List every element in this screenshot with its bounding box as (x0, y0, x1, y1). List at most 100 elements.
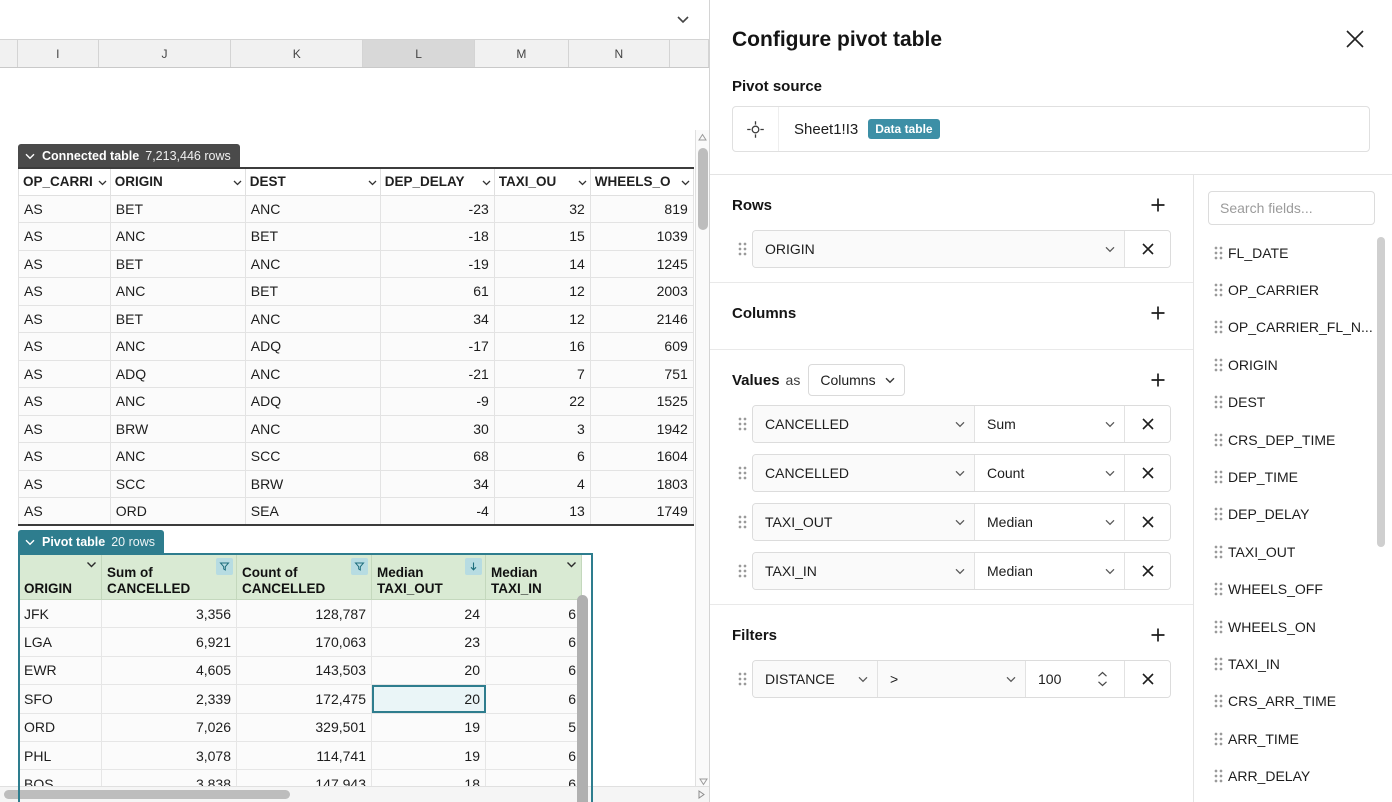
table-cell[interactable]: -19 (380, 250, 494, 278)
selected-cell[interactable]: 20 (372, 685, 486, 713)
field-list-item[interactable]: DEP_DELAY (1208, 496, 1391, 533)
table-cell[interactable]: ADQ (110, 360, 245, 388)
table-cell[interactable]: 1525 (590, 388, 693, 416)
values-item-0-field-select[interactable]: CANCELLED (753, 406, 974, 442)
table-cell[interactable]: 7,026 (102, 713, 237, 741)
table-row[interactable]: ASANCADQ-1716609 (19, 333, 694, 361)
table-cell[interactable]: 3,356 (102, 600, 237, 628)
drag-handle-icon[interactable] (1208, 694, 1228, 708)
table-cell[interactable]: BRW (110, 415, 245, 443)
remove-values-item-3-button[interactable] (1124, 552, 1170, 590)
values-item-2-agg-select[interactable]: Median (974, 504, 1124, 540)
column-header-I[interactable]: I (18, 40, 99, 67)
table-cell[interactable]: 61 (380, 278, 494, 306)
table-cell[interactable]: SCC (245, 443, 380, 471)
table-cell[interactable]: ANC (110, 333, 245, 361)
drag-handle-icon[interactable] (1208, 545, 1228, 559)
scroll-right-arrow-icon[interactable] (697, 790, 706, 799)
table-cell[interactable]: 68 (380, 443, 494, 471)
table-cell[interactable]: AS (19, 360, 111, 388)
chevron-down-icon[interactable] (85, 558, 98, 571)
horizontal-scrollbar[interactable] (0, 786, 710, 802)
values-item-1-field-select[interactable]: CANCELLED (753, 455, 974, 491)
table-row[interactable]: PHL3,078114,741196 (19, 741, 582, 769)
add-filter-button[interactable] (1145, 622, 1171, 648)
table-cell[interactable]: BET (245, 278, 380, 306)
chevron-down-icon[interactable] (232, 177, 243, 188)
close-icon[interactable] (1340, 24, 1370, 54)
table-cell[interactable]: 34 (380, 305, 494, 333)
table-cell[interactable]: ANC (110, 278, 245, 306)
drag-handle-icon[interactable] (1208, 283, 1228, 297)
number-stepper[interactable] (1097, 671, 1116, 687)
table-cell[interactable]: BRW (245, 470, 380, 498)
hscroll-thumb[interactable] (4, 790, 290, 799)
remove-values-item-0-button[interactable] (1124, 405, 1170, 443)
table-cell[interactable]: 1039 (590, 223, 693, 251)
table-cell[interactable]: 23 (372, 628, 486, 656)
table-cell[interactable]: 6 (494, 443, 590, 471)
table-cell[interactable]: ANC (245, 250, 380, 278)
table-cell[interactable]: 172,475 (237, 685, 372, 713)
filter-item-0-field-select[interactable]: DISTANCE (753, 661, 877, 697)
scroll-thumb[interactable] (698, 148, 708, 230)
table-cell[interactable]: SFO (19, 685, 102, 713)
column-header-M[interactable]: M (475, 40, 569, 67)
drag-handle-icon[interactable] (732, 672, 752, 686)
table-cell[interactable]: 128,787 (237, 600, 372, 628)
table-cell[interactable]: 6 (486, 600, 582, 628)
table-cell[interactable]: 3 (494, 415, 590, 443)
field-list-item[interactable]: TAXI_OUT (1208, 533, 1391, 570)
ct-col-origin[interactable]: ORIGIN (110, 168, 245, 195)
column-header-L[interactable]: L (363, 40, 475, 67)
field-list-item[interactable]: FL_DATE (1208, 234, 1391, 271)
table-row[interactable]: LGA6,921170,063236 (19, 628, 582, 656)
drag-handle-icon[interactable] (1208, 320, 1228, 334)
chevron-down-icon[interactable] (675, 11, 691, 27)
table-cell[interactable]: AS (19, 415, 111, 443)
table-cell[interactable]: SCC (110, 470, 245, 498)
chevron-down-icon[interactable] (367, 177, 378, 188)
pv-col-count-cancelled[interactable]: Count of CANCELLED (237, 554, 372, 600)
table-cell[interactable]: 2,339 (102, 685, 237, 713)
connected-table-vscrollbar[interactable] (695, 130, 709, 520)
field-list-item[interactable]: WHEELS_ON (1208, 608, 1391, 645)
target-range-icon[interactable] (733, 107, 779, 151)
table-cell[interactable]: 19 (372, 741, 486, 769)
drag-handle-icon[interactable] (1208, 395, 1228, 409)
field-list-item[interactable]: WHEELS_OFF (1208, 571, 1391, 608)
table-cell[interactable]: 24 (372, 600, 486, 628)
table-cell[interactable]: -23 (380, 195, 494, 223)
drag-handle-icon[interactable] (1208, 507, 1228, 521)
field-list-item[interactable]: CRS_ARR_TIME (1208, 683, 1391, 720)
drag-handle-icon[interactable] (1208, 620, 1228, 634)
table-cell[interactable]: BET (110, 305, 245, 333)
table-cell[interactable]: 30 (380, 415, 494, 443)
drag-handle-icon[interactable] (732, 242, 752, 256)
table-cell[interactable]: PHL (19, 741, 102, 769)
table-cell[interactable]: ANC (245, 305, 380, 333)
field-list-item[interactable]: DEST (1208, 384, 1391, 421)
table-cell[interactable]: LGA (19, 628, 102, 656)
table-cell[interactable]: 12 (494, 305, 590, 333)
chevron-down-icon[interactable] (481, 177, 492, 188)
scroll-up-arrow-icon[interactable] (696, 130, 709, 144)
connected-table-chip[interactable]: Connected table 7,213,446 rows (18, 144, 240, 167)
field-list-item[interactable]: ORIGIN (1208, 346, 1391, 383)
table-cell[interactable]: AS (19, 388, 111, 416)
column-header-J[interactable]: J (99, 40, 231, 67)
column-header-K[interactable]: K (231, 40, 363, 67)
table-row[interactable]: ORD7,026329,501195 (19, 713, 582, 741)
table-row[interactable]: ASBETANC34122146 (19, 305, 694, 333)
table-cell[interactable]: ADQ (245, 388, 380, 416)
values-item-0-agg-select[interactable]: Sum (974, 406, 1124, 442)
table-cell[interactable]: 114,741 (237, 741, 372, 769)
table-row[interactable]: ASANCBET-18151039 (19, 223, 694, 251)
pv-col-origin[interactable]: ORIGIN (19, 554, 102, 600)
drag-handle-icon[interactable] (1208, 732, 1228, 746)
filter-icon[interactable] (351, 558, 368, 575)
table-cell[interactable]: AS (19, 470, 111, 498)
table-cell[interactable]: 7 (494, 360, 590, 388)
table-cell[interactable]: 143,503 (237, 656, 372, 684)
drag-handle-icon[interactable] (1208, 470, 1228, 484)
